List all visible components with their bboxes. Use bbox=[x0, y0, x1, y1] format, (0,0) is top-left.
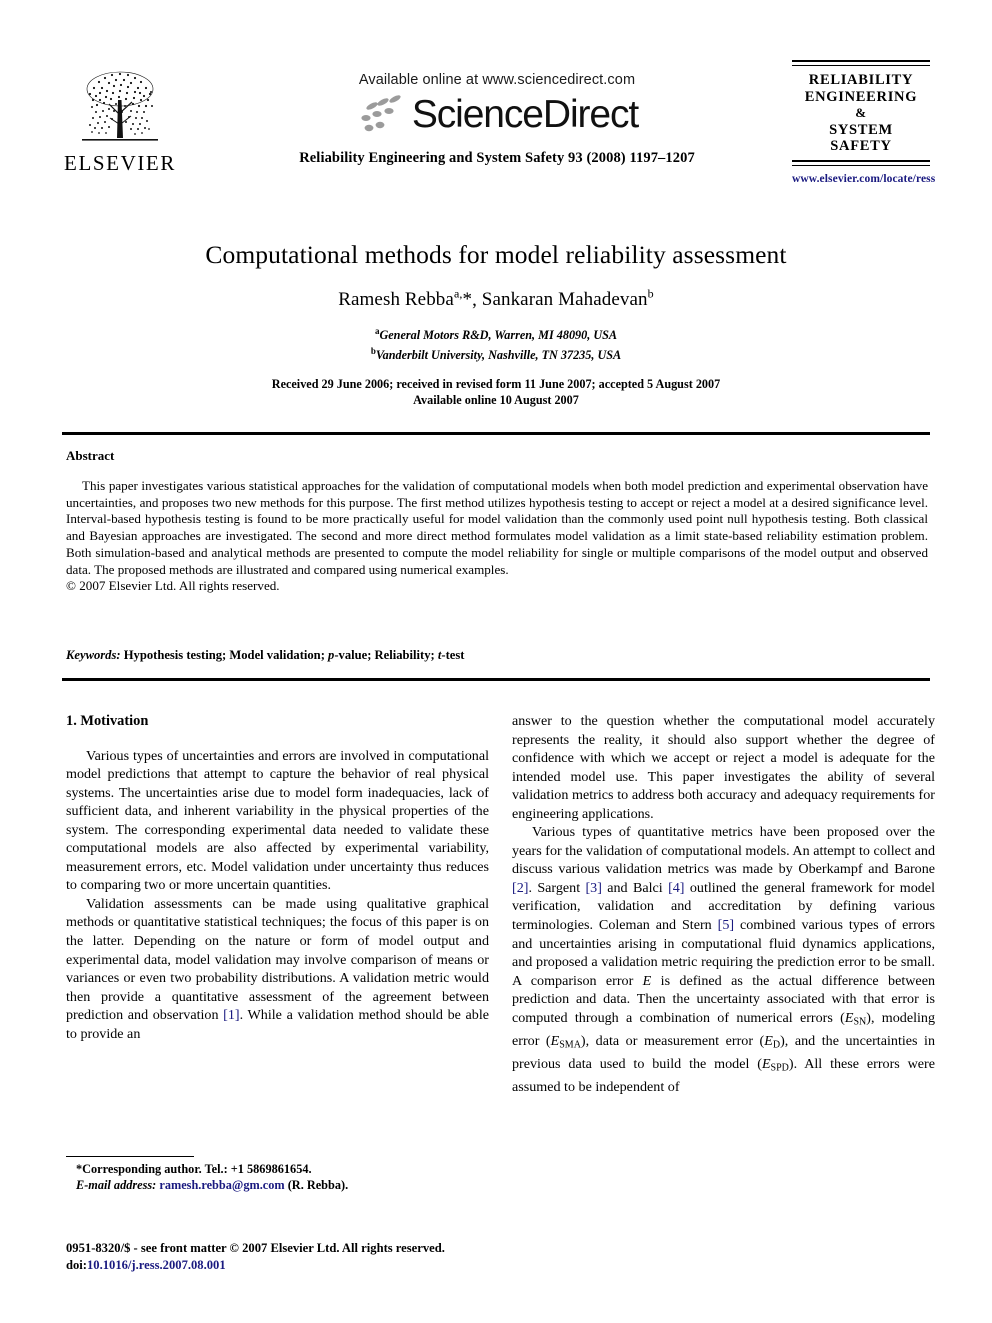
doi-label: doi: bbox=[66, 1257, 87, 1272]
sciencedirect-block: Available online at www.sciencedirect.co… bbox=[272, 72, 722, 167]
elsevier-wordmark: ELSEVIER bbox=[64, 151, 176, 175]
body-column-right: answer to the question whether the compu… bbox=[512, 712, 935, 1096]
sciencedirect-logo: ScienceDirect bbox=[272, 94, 722, 134]
math-variable-E: E bbox=[764, 1032, 773, 1049]
math-variable-E: E bbox=[642, 972, 652, 989]
abstract-bottom-rule bbox=[62, 678, 930, 681]
paragraph: Validation assessments can be made using… bbox=[66, 895, 489, 1042]
paper-page: ELSEVIER Available online at www.science… bbox=[0, 0, 992, 1323]
sciencedirect-dots-icon bbox=[361, 95, 401, 132]
doi-link[interactable]: 10.1016/j.ress.2007.08.001 bbox=[87, 1258, 226, 1272]
affiliation-b-text: Vanderbilt University, Nashville, TN 372… bbox=[375, 347, 622, 362]
footnote-block: *Corresponding author. Tel.: +1 58698616… bbox=[66, 1161, 489, 1193]
paragraph: Various types of quantitative metrics ha… bbox=[512, 824, 936, 1095]
body-column-left: 1. Motivation Various types of uncertain… bbox=[66, 712, 489, 1043]
masthead: ELSEVIER Available online at www.science… bbox=[62, 60, 935, 210]
section-heading-motivation: 1. Motivation bbox=[66, 713, 149, 729]
footer-block: 0951-8320/$ - see front matter © 2007 El… bbox=[66, 1240, 526, 1273]
corresponding-author-note: *Corresponding author. Tel.: +1 58698616… bbox=[76, 1162, 312, 1176]
elsevier-logo: ELSEVIER bbox=[62, 66, 178, 176]
issn-copyright-line: 0951-8320/$ - see front matter © 2007 El… bbox=[66, 1241, 445, 1255]
journal-homepage-link[interactable]: www.elsevier.com/locate/ress bbox=[792, 173, 935, 185]
math-subscript: SPD bbox=[770, 1062, 789, 1074]
page-title: Computational methods for model reliabil… bbox=[205, 240, 787, 269]
email-label: E-mail address: bbox=[76, 1178, 157, 1192]
author-ramesh-rebba: Ramesh Rebbaa,* bbox=[338, 287, 473, 311]
author-list: Ramesh Rebbaa,*, Sankaran Mahadevanb bbox=[338, 287, 654, 311]
citation-link-4[interactable]: [4] bbox=[668, 880, 684, 896]
abstract-body: This paper investigates various statisti… bbox=[66, 478, 928, 577]
abstract-copyright: © 2007 Elsevier Ltd. All rights reserved… bbox=[66, 578, 280, 594]
citation-link-5[interactable]: [5] bbox=[718, 917, 734, 933]
journal-logo-line-1: RELIABILITY bbox=[808, 72, 914, 88]
doi-line: doi:10.1016/j.ress.2007.08.001 bbox=[66, 1257, 526, 1274]
abstract-top-rule bbox=[62, 432, 930, 435]
email-link[interactable]: ramesh.rebba@gm.com bbox=[159, 1178, 284, 1192]
math-subscript: SMA bbox=[559, 1039, 581, 1051]
sciencedirect-wordmark: ScienceDirect bbox=[411, 92, 639, 136]
journal-reference: Reliability Engineering and System Safet… bbox=[299, 150, 695, 166]
email-line: E-mail address: ramesh.rebba@gm.com (R. … bbox=[66, 1177, 489, 1193]
keywords-label: Keywords: bbox=[66, 648, 121, 662]
paragraph: Various types of uncertainties and error… bbox=[66, 747, 489, 894]
received-dates: Received 29 June 2006; received in revis… bbox=[271, 377, 721, 392]
journal-logo-line-4: SYSTEM bbox=[829, 121, 893, 138]
available-online-date: Available online 10 August 2007 bbox=[413, 392, 579, 407]
title-block: Computational methods for model reliabil… bbox=[62, 240, 930, 408]
citation-link-3[interactable]: [3] bbox=[585, 880, 601, 896]
keywords-line: Keywords: Hypothesis testing; Model vali… bbox=[66, 648, 928, 663]
keywords-values: Hypothesis testing; Model validation; p-… bbox=[120, 648, 465, 662]
journal-logo-line-3: & bbox=[855, 105, 867, 120]
abstract-heading: Abstract bbox=[66, 448, 115, 463]
math-variable-E: E bbox=[761, 1055, 771, 1072]
journal-box-bottom-rule bbox=[792, 159, 930, 166]
math-variable-E: E bbox=[550, 1032, 560, 1049]
elsevier-tree-icon bbox=[82, 71, 158, 141]
abstract-section: Abstract This paper investigates various… bbox=[66, 448, 928, 595]
citation-link-1[interactable]: [1] bbox=[223, 1007, 239, 1023]
paragraph: answer to the question whether the compu… bbox=[512, 713, 935, 822]
journal-logo-line-2: ENGINEERING bbox=[804, 88, 918, 105]
citation-link-2[interactable]: [2] bbox=[512, 880, 528, 896]
journal-box-top-rule bbox=[792, 60, 930, 66]
affiliation-a-text: General Motors R&D, Warren, MI 48090, US… bbox=[379, 328, 618, 343]
journal-logo-box: RELIABILITY ENGINEERING & SYSTEM SAFETY … bbox=[792, 60, 935, 185]
email-suffix: (R. Rebba). bbox=[284, 1178, 349, 1192]
math-subscript: SN bbox=[853, 1016, 867, 1028]
available-online-text: Available online at www.sciencedirect.co… bbox=[358, 72, 636, 88]
affiliation-b: bVanderbilt University, Nashville, TN 37… bbox=[370, 345, 622, 362]
affiliations: aGeneral Motors R&D, Warren, MI 48090, U… bbox=[62, 324, 930, 363]
footnote-rule bbox=[66, 1156, 194, 1157]
journal-logo-line-5: SAFETY bbox=[830, 138, 892, 154]
author-sankaran-mahadevan: Sankaran Mahadevanb bbox=[481, 287, 654, 311]
affiliation-a: aGeneral Motors R&D, Warren, MI 48090, U… bbox=[374, 326, 618, 343]
publication-dates: Received 29 June 2006; received in revis… bbox=[62, 377, 930, 408]
